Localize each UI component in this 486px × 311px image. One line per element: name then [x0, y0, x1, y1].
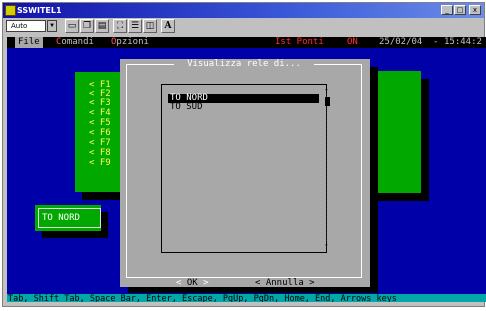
scrollbar-track[interactable]: [326, 89, 331, 247]
function-key-f9[interactable]: < F9: [89, 159, 111, 168]
scroll-down-icon[interactable]: ↓: [324, 240, 329, 248]
title-bar[interactable]: SSWITEL1 _ □ x: [3, 3, 484, 18]
scroll-up-icon[interactable]: ↑: [324, 87, 329, 95]
panel-shadow: [375, 193, 429, 201]
app-icon[interactable]: [5, 5, 16, 16]
status-label: Ist Ponti: [275, 37, 324, 47]
side-label-panel[interactable]: TO NORD: [35, 205, 101, 231]
function-key-f7[interactable]: < F7: [89, 139, 111, 148]
function-key-f3[interactable]: < F3: [89, 99, 111, 108]
toolbar: Auto ▼ ▭ ❐ ▤ ⛶ ☰ ◫ A: [3, 18, 484, 36]
cancel-button[interactable]: < Annulla >: [255, 278, 315, 289]
relay-listbox[interactable]: TO NORD TO SUD ↑ ↓: [161, 84, 330, 253]
function-key-f6[interactable]: < F6: [89, 129, 111, 138]
minimize-button[interactable]: _: [441, 5, 453, 15]
menu-comandi-label: omandi: [61, 37, 94, 47]
copy-icon[interactable]: ❐: [80, 19, 94, 33]
dialog-shadow: [370, 67, 378, 287]
font-size-select[interactable]: Auto: [6, 20, 46, 32]
list-item[interactable]: TO SUD: [168, 103, 319, 112]
chevron-down-icon[interactable]: ▼: [47, 20, 57, 32]
paste-icon[interactable]: ▤: [95, 19, 109, 33]
status-value: ON: [347, 37, 358, 47]
dos-screen: File Comandi Opzioni Ist Ponti ON 25/02/…: [7, 37, 486, 302]
relay-dialog: Visualizza rele di... TO NORD TO SUD ↑ ↓: [120, 59, 370, 287]
status-bar: Tab, Shift Tab, Space Bar, Enter, Escape…: [7, 294, 486, 302]
window-title: SSWITEL1: [17, 6, 62, 15]
function-key-f4[interactable]: < F4: [89, 109, 111, 118]
menu-opzioni-label: pzioni: [116, 37, 149, 47]
dialog-title: Visualizza rele di...: [174, 59, 314, 69]
panel-shadow: [421, 79, 429, 193]
dialog-shadow: [128, 287, 378, 293]
date-display: 25/02/04: [379, 37, 423, 47]
console-window: SSWITEL1 _ □ x Auto ▼ ▭ ❐ ▤ ⛶ ☰ ◫ A File…: [2, 2, 486, 307]
properties-icon[interactable]: ☰: [128, 19, 142, 33]
menu-opzioni[interactable]: Opzioni: [111, 37, 149, 48]
font-button[interactable]: A: [161, 19, 175, 33]
date-time-separator: -: [433, 37, 439, 47]
fullscreen-icon[interactable]: ⛶: [113, 19, 127, 33]
ok-button-label: OK: [186, 278, 198, 288]
menu-bar: File Comandi Opzioni Ist Ponti ON 25/02/…: [7, 37, 486, 48]
ok-button[interactable]: < OK >: [176, 278, 209, 289]
panel-shadow: [42, 231, 108, 238]
close-button[interactable]: x: [469, 5, 481, 15]
side-label: TO NORD: [38, 208, 101, 228]
maximize-button[interactable]: □: [454, 5, 466, 15]
menu-file[interactable]: File: [15, 37, 43, 48]
scrollbar-thumb[interactable]: [325, 97, 330, 106]
background-icon[interactable]: ◫: [143, 19, 157, 33]
time-display: 15:44:2: [444, 37, 482, 47]
panel-shadow: [101, 212, 108, 231]
menu-comandi[interactable]: Comandi: [56, 37, 94, 48]
function-key-f5[interactable]: < F5: [89, 119, 111, 128]
function-key-f8[interactable]: < F8: [89, 149, 111, 158]
mark-icon[interactable]: ▭: [65, 19, 79, 33]
